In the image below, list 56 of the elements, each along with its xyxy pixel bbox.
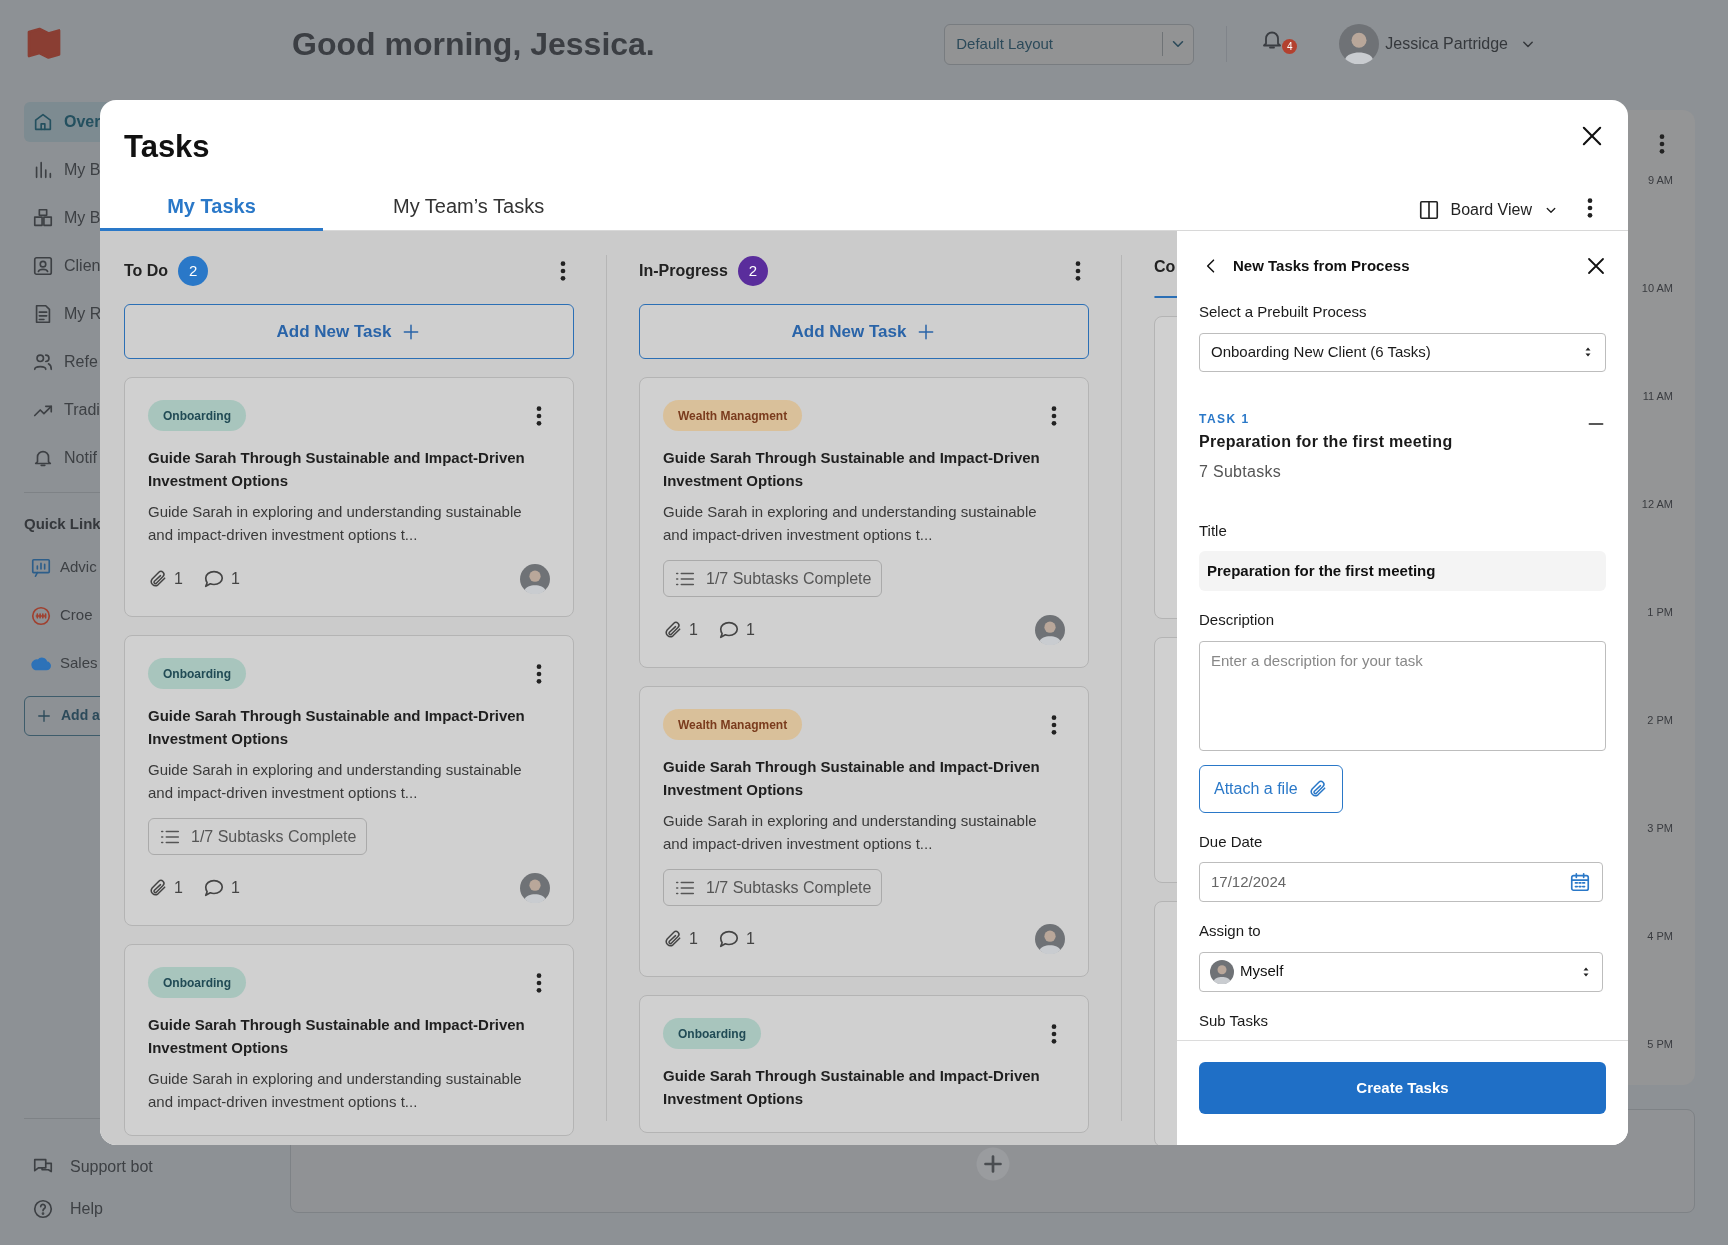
attachment-count: 1 (689, 929, 698, 949)
attachment-count: 1 (689, 620, 698, 640)
subtask-summary: 1/7 Subtasks Complete (148, 818, 368, 855)
category-tag: Onboarding (148, 967, 246, 998)
card-description: Guide Sarah in exploring and understanding sustainable and impact-driven investment options t... (148, 1069, 523, 1112)
card-title: Guide Sarah Through Sustainable and Impact-Driven Investment Options (148, 706, 526, 749)
card-description: Guide Sarah in exploring and understanding sustainable and impact-driven investment options t... (148, 760, 523, 803)
time-label: 1 PM (1646, 605, 1673, 620)
category-tag: Onboarding (148, 658, 246, 689)
subtask-summary: 1/7 Subtasks Complete (663, 869, 883, 906)
field-label: Description (1199, 610, 1276, 630)
time-label: 2 PM (1646, 713, 1673, 728)
field-label: Sub Tasks (1199, 1010, 1269, 1031)
attachment-count: 1 (174, 569, 183, 589)
notification-badge: 4 (1282, 39, 1298, 54)
attachment-count: 1 (174, 878, 183, 898)
card-description: Guide Sarah in exploring and understanding sustainable and impact-driven investment options t... (663, 502, 1038, 545)
time-label: 3 PM (1646, 821, 1673, 836)
comment-count: 1 (230, 569, 240, 589)
column-title: Co (1154, 257, 1176, 277)
category-tag: Wealth Managment (663, 709, 803, 740)
modal-title: Tasks (124, 128, 210, 166)
comment-count: 1 (230, 878, 240, 898)
category-tag: Onboarding (148, 400, 246, 431)
card-title: Guide Sarah Through Sustainable and Impact-Driven Investment Options (663, 757, 1041, 800)
comment-count: 1 (745, 620, 755, 640)
card-description: Guide Sarah in exploring and understanding sustainable and impact-driven investment options t... (663, 811, 1038, 854)
comment-count: 1 (745, 929, 755, 949)
category-tag: Onboarding (663, 1018, 761, 1049)
field-label: Due Date (1199, 831, 1264, 852)
count-badge: 2 (178, 256, 209, 286)
card-title: Guide Sarah Through Sustainable and Impact-Driven Investment Options (663, 1066, 1041, 1109)
field-label: Assign to (1199, 921, 1262, 941)
time-label: 10 AM (1641, 281, 1673, 296)
time-label: 11 AM (1641, 389, 1673, 404)
card-title: Guide Sarah Through Sustainable and Impact-Driven Investment Options (148, 1015, 526, 1058)
task-number: TASK 1 (1199, 410, 1251, 428)
category-tag: Wealth Managment (663, 400, 803, 431)
subtask-summary: 1/7 Subtasks Complete (663, 560, 883, 597)
field-label: Title (1199, 520, 1228, 541)
card-title: Guide Sarah Through Sustainable and Impact-Driven Investment Options (148, 448, 526, 491)
column-title: To Do (124, 261, 169, 281)
time-label: 5 PM (1646, 1037, 1673, 1052)
column-title: In-Progress (639, 261, 728, 281)
subtask-count: 7 Subtasks (1199, 461, 1283, 482)
count-badge: 2 (737, 256, 768, 286)
time-label: 4 PM (1646, 929, 1673, 944)
task-title: Preparation for the first meeting (1199, 431, 1454, 452)
page-greeting: Good morning, Jessica. (292, 25, 655, 64)
field-label: Select a Prebuilt Process (1199, 302, 1368, 322)
time-label: 12 AM (1641, 497, 1673, 512)
time-label: 9 AM (1646, 173, 1673, 188)
card-description: Guide Sarah in exploring and understanding sustainable and impact-driven investment options t... (148, 502, 523, 545)
section-heading: Quick Link (24, 514, 101, 534)
panel-title: New Tasks from Process (1233, 255, 1410, 276)
card-title: Guide Sarah Through Sustainable and Impact-Driven Investment Options (663, 448, 1041, 491)
